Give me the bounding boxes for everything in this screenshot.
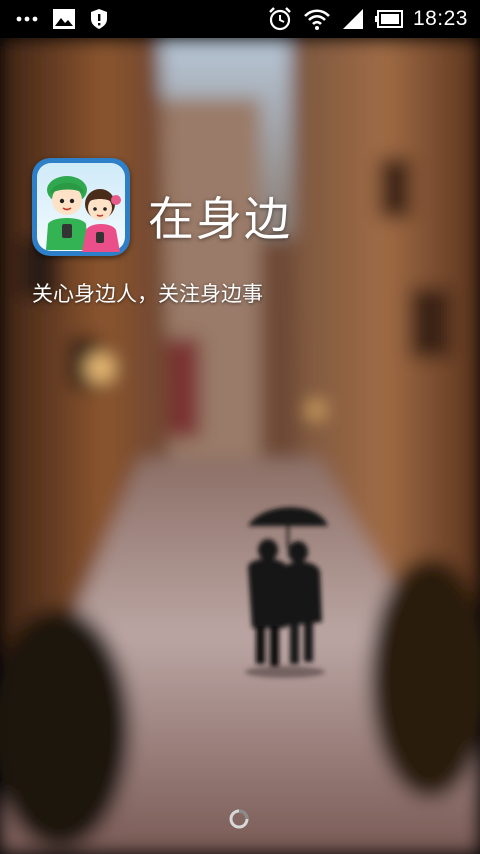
app-logo <box>32 158 130 256</box>
more-dots-icon <box>16 15 38 23</box>
splash-screen: 18:23 在身边 关心身边人，关注身边事 <box>0 0 480 854</box>
alarm-icon <box>267 6 293 32</box>
shield-icon <box>90 8 108 30</box>
signal-icon <box>341 7 365 31</box>
battery-icon <box>374 10 403 28</box>
wifi-icon <box>303 7 331 31</box>
image-icon <box>52 8 76 30</box>
status-time: 18:23 <box>412 7 468 30</box>
app-slogan: 关心身边人，关注身边事 <box>32 282 263 306</box>
app-name: 在身边 <box>148 192 292 246</box>
loading-spinner-icon <box>228 808 250 830</box>
status-bar: 18:23 <box>0 0 480 38</box>
